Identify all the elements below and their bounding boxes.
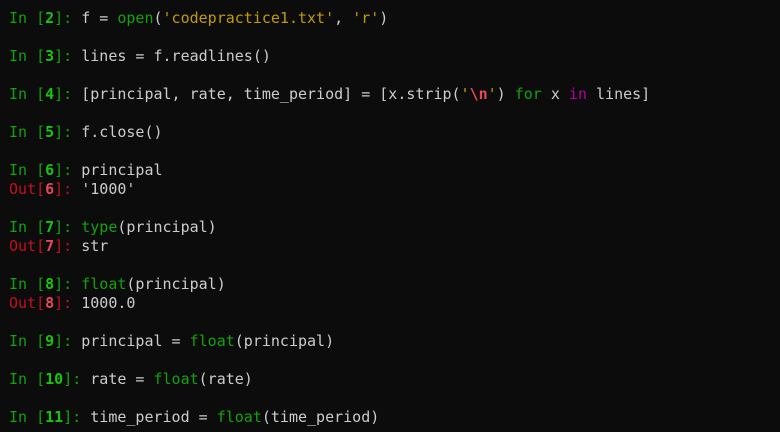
code-text: lines = f.readlines() [81,47,271,65]
input-line: In [11]: time_period = float(time_period… [9,408,379,427]
in-prompt: In [2]: [9,9,82,27]
output-text: str [81,237,109,255]
input-line: In [10]: rate = float(rate) [9,370,253,389]
in-prompt: In [4]: [9,85,82,103]
in-prompt: In [3]: [9,47,82,65]
code-text: float(principal) [81,275,226,293]
out-prompt: Out[8]: [9,294,82,312]
ipython-terminal[interactable]: In [2]: f = open('codepractice1.txt', 'r… [0,0,780,432]
code-text: f = open('codepractice1.txt', 'r') [81,9,389,27]
out-prompt: Out[7]: [9,237,82,255]
input-line: In [4]: [principal, rate, time_period] =… [9,85,650,104]
in-prompt: In [9]: [9,332,82,350]
code-text: principal [81,161,163,179]
in-prompt: In [11]: [9,408,91,426]
code-text: principal = float(principal) [81,332,335,350]
code-text: time_period = float(time_period) [90,408,380,426]
input-line: In [5]: f.close() [9,123,163,142]
in-prompt: In [10]: [9,370,91,388]
input-line: In [6]: principal [9,161,163,180]
out-prompt: Out[6]: [9,180,82,198]
in-prompt: In [7]: [9,218,82,236]
output-line: Out[6]: '1000' [9,180,135,199]
input-line: In [9]: principal = float(principal) [9,332,334,351]
output-text: '1000' [81,180,136,198]
output-line: Out[7]: str [9,237,108,256]
input-line: In [8]: float(principal) [9,275,226,294]
in-prompt: In [8]: [9,275,82,293]
code-text: rate = float(rate) [90,370,253,388]
input-line: In [3]: lines = f.readlines() [9,47,271,66]
output-line: Out[8]: 1000.0 [9,294,135,313]
in-prompt: In [5]: [9,123,82,141]
output-text: 1000.0 [81,294,136,312]
code-text: type(principal) [81,218,217,236]
input-line: In [2]: f = open('codepractice1.txt', 'r… [9,9,388,28]
in-prompt: In [6]: [9,161,82,179]
input-line: In [7]: type(principal) [9,218,217,237]
code-text: f.close() [81,123,163,141]
code-text: [principal, rate, time_period] = [x.stri… [81,85,651,103]
